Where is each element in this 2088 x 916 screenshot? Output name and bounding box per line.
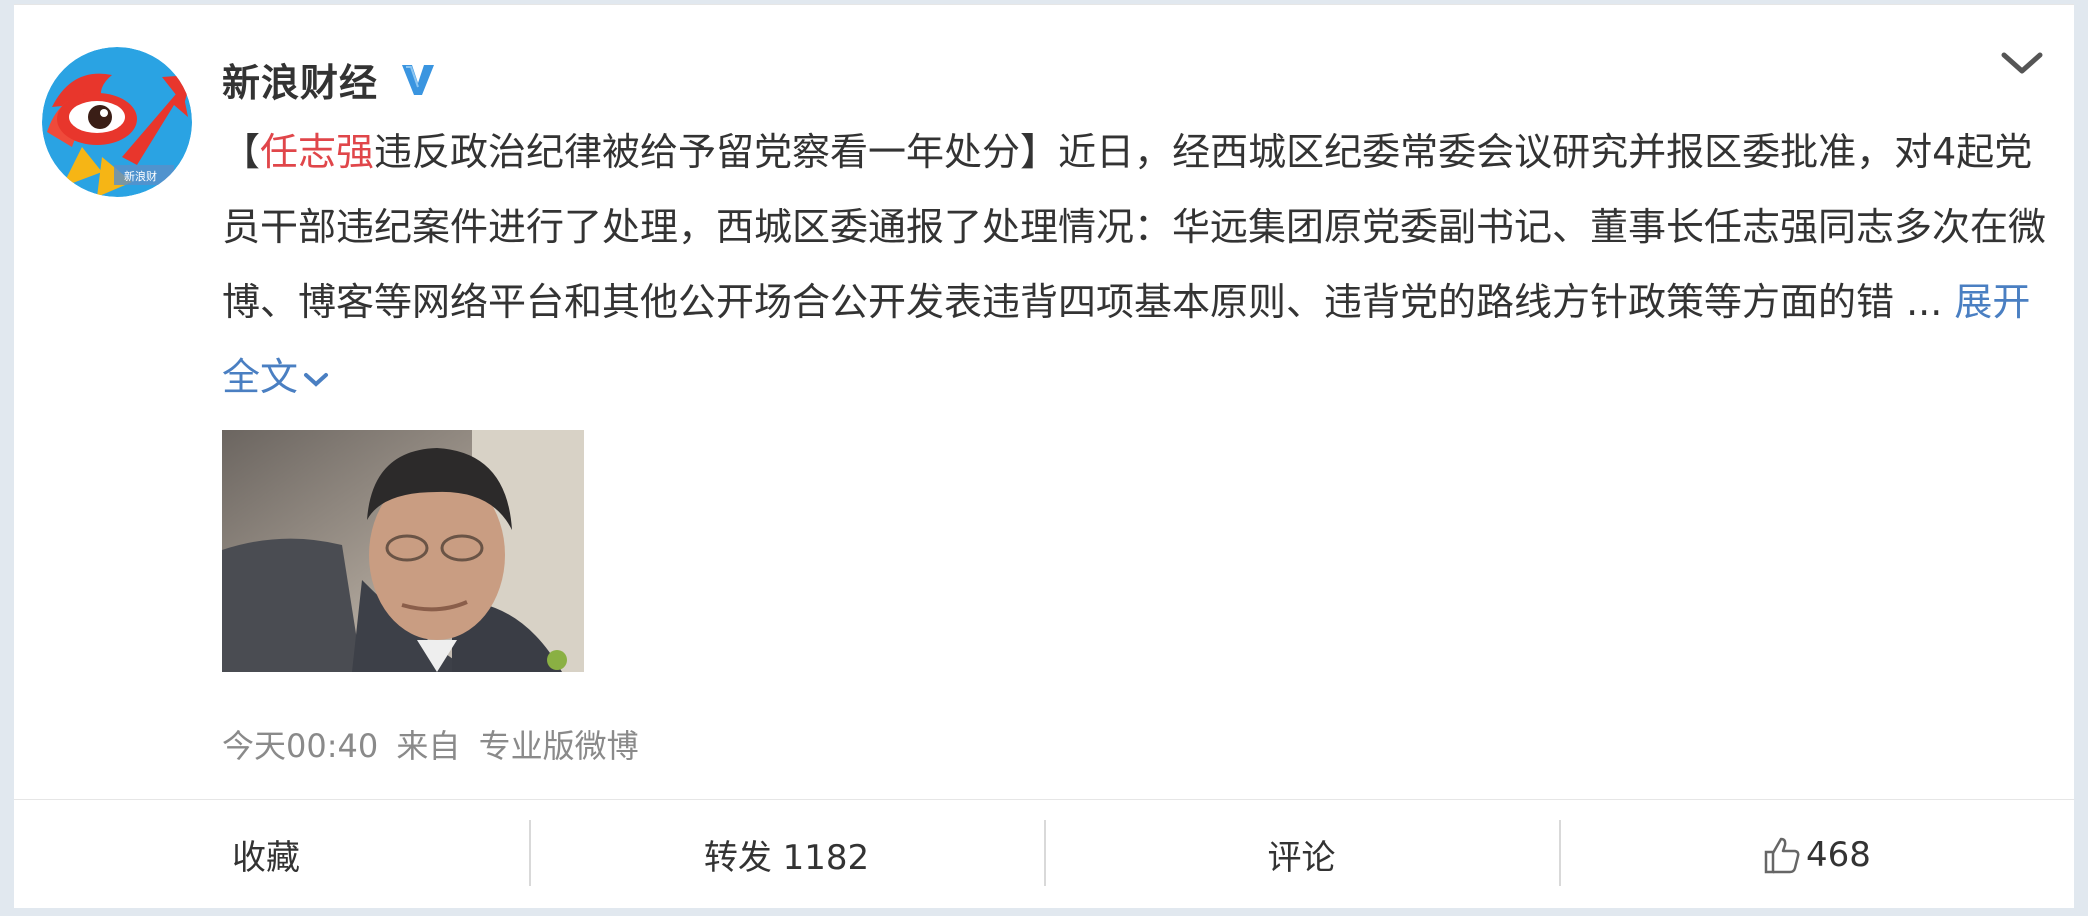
post-meta: 今天00:40 来自 专业版微博 (222, 721, 647, 767)
post-time[interactable]: 今天00:40 (222, 727, 378, 765)
bracket-close: 】 (1020, 130, 1059, 174)
headline-text: 违反政治纪律被给予留党察看一年处分 (374, 130, 1021, 174)
comment-label: 评论 (1267, 838, 1336, 878)
comment-button[interactable]: 评论 (1044, 800, 1559, 909)
author-avatar[interactable]: 新浪财 (42, 47, 192, 197)
source-prefix: 来自 (396, 727, 461, 765)
repost-label: 转发 1182 (703, 838, 870, 878)
post-content: 【任志强违反政治纪律被给予留党察看一年处分】近日，经西城区纪委常委会议研究并报区… (222, 115, 2052, 415)
author-name[interactable]: 新浪财经 (222, 52, 378, 107)
like-count: 468 (1806, 834, 1871, 875)
verified-v-icon (402, 65, 435, 95)
svg-text:新浪财: 新浪财 (124, 169, 157, 183)
chevron-down-icon[interactable] (1998, 45, 2046, 81)
topic-name-link[interactable]: 任志强 (260, 130, 374, 174)
author-header: 新浪财经 (222, 53, 438, 105)
post-image[interactable] (222, 430, 584, 672)
favorite-button[interactable]: 收藏 (14, 800, 529, 909)
post-source-link[interactable]: 专业版微博 (479, 727, 639, 765)
portrait-photo (222, 430, 584, 672)
bracket-open: 【 (222, 130, 261, 174)
like-button[interactable]: 468 (1559, 800, 2074, 909)
favorite-label: 收藏 (232, 838, 300, 878)
action-bar: 收藏 转发 1182 评论 468 (14, 800, 2074, 909)
chevron-down-small-icon (304, 372, 329, 387)
sina-eye-logo-icon: 新浪财 (42, 47, 192, 197)
weibo-post-card: 新浪财 新浪财经 【任志强违反政治纪律被给予留党察看一年处分】近日，经西城区纪委… (14, 4, 2074, 908)
repost-button[interactable]: 转发 1182 (529, 800, 1044, 909)
thumbs-up-icon (1764, 837, 1800, 873)
